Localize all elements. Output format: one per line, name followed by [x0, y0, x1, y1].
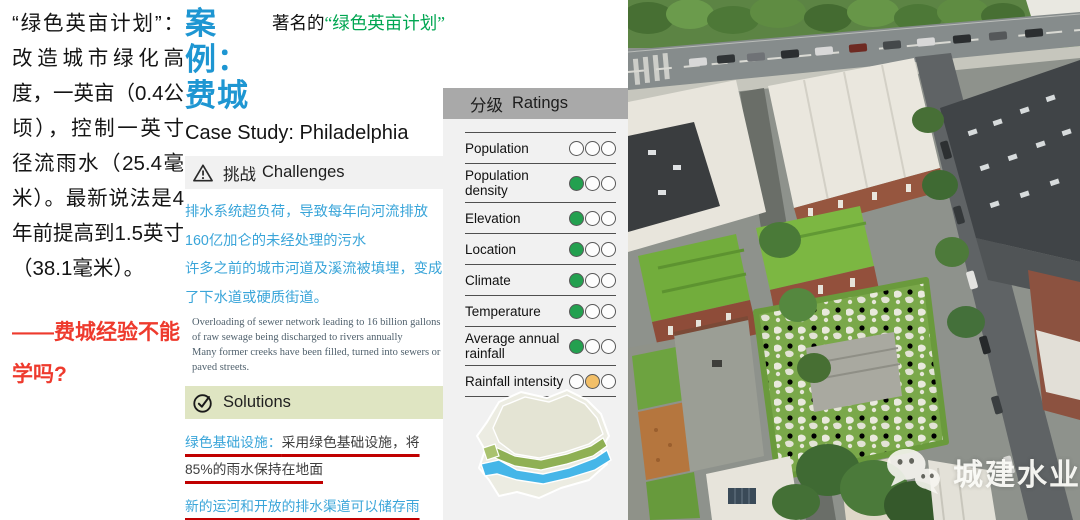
rating-dots: [569, 273, 616, 288]
rating-dots: [569, 339, 616, 354]
rating-dot-green: [569, 211, 584, 226]
philadelphia-question: ——费城经验不能学吗?: [12, 312, 184, 396]
rating-dot-none: [601, 273, 616, 288]
solutions-label-en: Solutions: [223, 393, 291, 412]
rating-row: Elevation: [465, 202, 616, 233]
rating-dots: [569, 141, 616, 156]
rating-dot-none: [601, 339, 616, 354]
rating-dot-none: [601, 176, 616, 191]
rating-dots: [569, 242, 616, 257]
solutions-header: Solutions: [185, 386, 445, 419]
rating-label: Population: [465, 138, 569, 159]
case-title: 案例：费城: [185, 6, 266, 114]
left-text-column: “绿色英亩计划”：改造城市绿化高度，一英亩（0.4公顷），控制一英寸径流雨水（2…: [12, 6, 184, 396]
aerial-photo-illustration: [628, 0, 1080, 520]
rating-dot-none: [601, 141, 616, 156]
rating-label: Elevation: [465, 208, 569, 229]
rating-row: Population: [465, 132, 616, 163]
challenge-en-line: Many former creeks have been filled, tur…: [192, 345, 444, 375]
watermark-text: 城建水业: [953, 450, 1080, 494]
rating-row: Population density: [465, 163, 616, 202]
rating-label: Average annual rainfall: [465, 328, 569, 364]
ratings-label-en: Ratings: [512, 94, 568, 113]
rating-dot-green: [569, 176, 584, 191]
ratings-panel: 分级 Ratings Population Population density E…: [443, 88, 628, 520]
title-note-prefix: 著名的: [272, 13, 325, 33]
rating-dot-none: [585, 176, 600, 191]
rating-dot-green: [569, 304, 584, 319]
philadelphia-watershed-map: [469, 384, 625, 511]
rating-dot-green: [569, 242, 584, 257]
challenges-label-en: Challenges: [262, 163, 345, 182]
solution-line-2: 新的运河和开放的排水渠道可以储存雨水。: [185, 493, 435, 520]
ratings-label-zh: 分级: [470, 92, 503, 116]
solution-line1-label: 绿色基础设施：: [185, 435, 282, 450]
rating-dot-none: [601, 242, 616, 257]
warning-icon: [192, 163, 214, 183]
rating-dots: [569, 176, 616, 191]
rating-dot-none: [585, 141, 600, 156]
solution-line-1: 绿色基础设施：采用绿色基础设施，将85%的雨水保持在地面: [185, 429, 435, 483]
wechat-icon: [883, 446, 945, 498]
watermark: 城建水业: [883, 446, 1080, 498]
rating-label: Population density: [465, 165, 569, 201]
rating-dot-none: [569, 141, 584, 156]
rating-dot-green: [569, 273, 584, 288]
rating-dots: [569, 211, 616, 226]
green-acre-paragraph: “绿色英亩计划”：改造城市绿化高度，一英亩（0.4公顷），控制一英寸径流雨水（2…: [12, 6, 184, 286]
rating-label: Climate: [465, 270, 569, 291]
rating-row: Location: [465, 233, 616, 264]
rating-dot-none: [585, 339, 600, 354]
rating-row: Average annual rainfall: [465, 326, 616, 365]
challenge-zh-line: 许多之前的城市河道及溪流被填埋，变成了下水道或硬质街道。: [185, 255, 445, 312]
rating-dot-none: [601, 304, 616, 319]
rating-dot-none: [585, 304, 600, 319]
rating-row: Temperature: [465, 295, 616, 326]
challenges-label-zh: 挑战: [223, 161, 256, 185]
challenge-zh-line: 排水系统超负荷，导致每年向河流排放160亿加仑的未经处理的污水: [185, 198, 445, 255]
case-subtitle: Case Study: Philadelphia: [185, 122, 445, 145]
challenges-body-en: Overloading of sewer network leading to …: [185, 315, 444, 375]
challenges-header: 挑战 Challenges: [185, 156, 445, 189]
rating-label: Temperature: [465, 301, 569, 322]
challenges-body-zh: 排水系统超负荷，导致每年向河流排放160亿加仑的未经处理的污水 许多之前的城市河…: [185, 198, 445, 312]
rating-dot-none: [585, 273, 600, 288]
ratings-header: 分级 Ratings: [443, 88, 628, 119]
rating-label: Location: [465, 239, 569, 260]
ratings-rows: Population Population density Elevation Loc…: [465, 132, 616, 397]
rating-dot-none: [585, 211, 600, 226]
rating-dot-green: [569, 339, 584, 354]
case-title-row: 案例：费城 著名的“绿色英亩计划”: [185, 6, 445, 114]
case-study-column: 案例：费城 著名的“绿色英亩计划” Case Study: Philadelph…: [185, 6, 445, 520]
rating-dots: [569, 304, 616, 319]
slide: “绿色英亩计划”：改造城市绿化高度，一英亩（0.4公顷），控制一英寸径流雨水（2…: [0, 0, 1080, 520]
title-note-green: “绿色英亩计划”: [324, 13, 445, 33]
check-circle-icon: [192, 392, 214, 414]
aerial-photo: 城建水业: [628, 0, 1080, 520]
challenge-en-line: Overloading of sewer network leading to …: [192, 315, 444, 345]
rating-dot-none: [585, 242, 600, 257]
case-title-note: 著名的“绿色英亩计划”: [272, 6, 445, 34]
rating-row: Climate: [465, 264, 616, 295]
rating-dot-none: [601, 211, 616, 226]
